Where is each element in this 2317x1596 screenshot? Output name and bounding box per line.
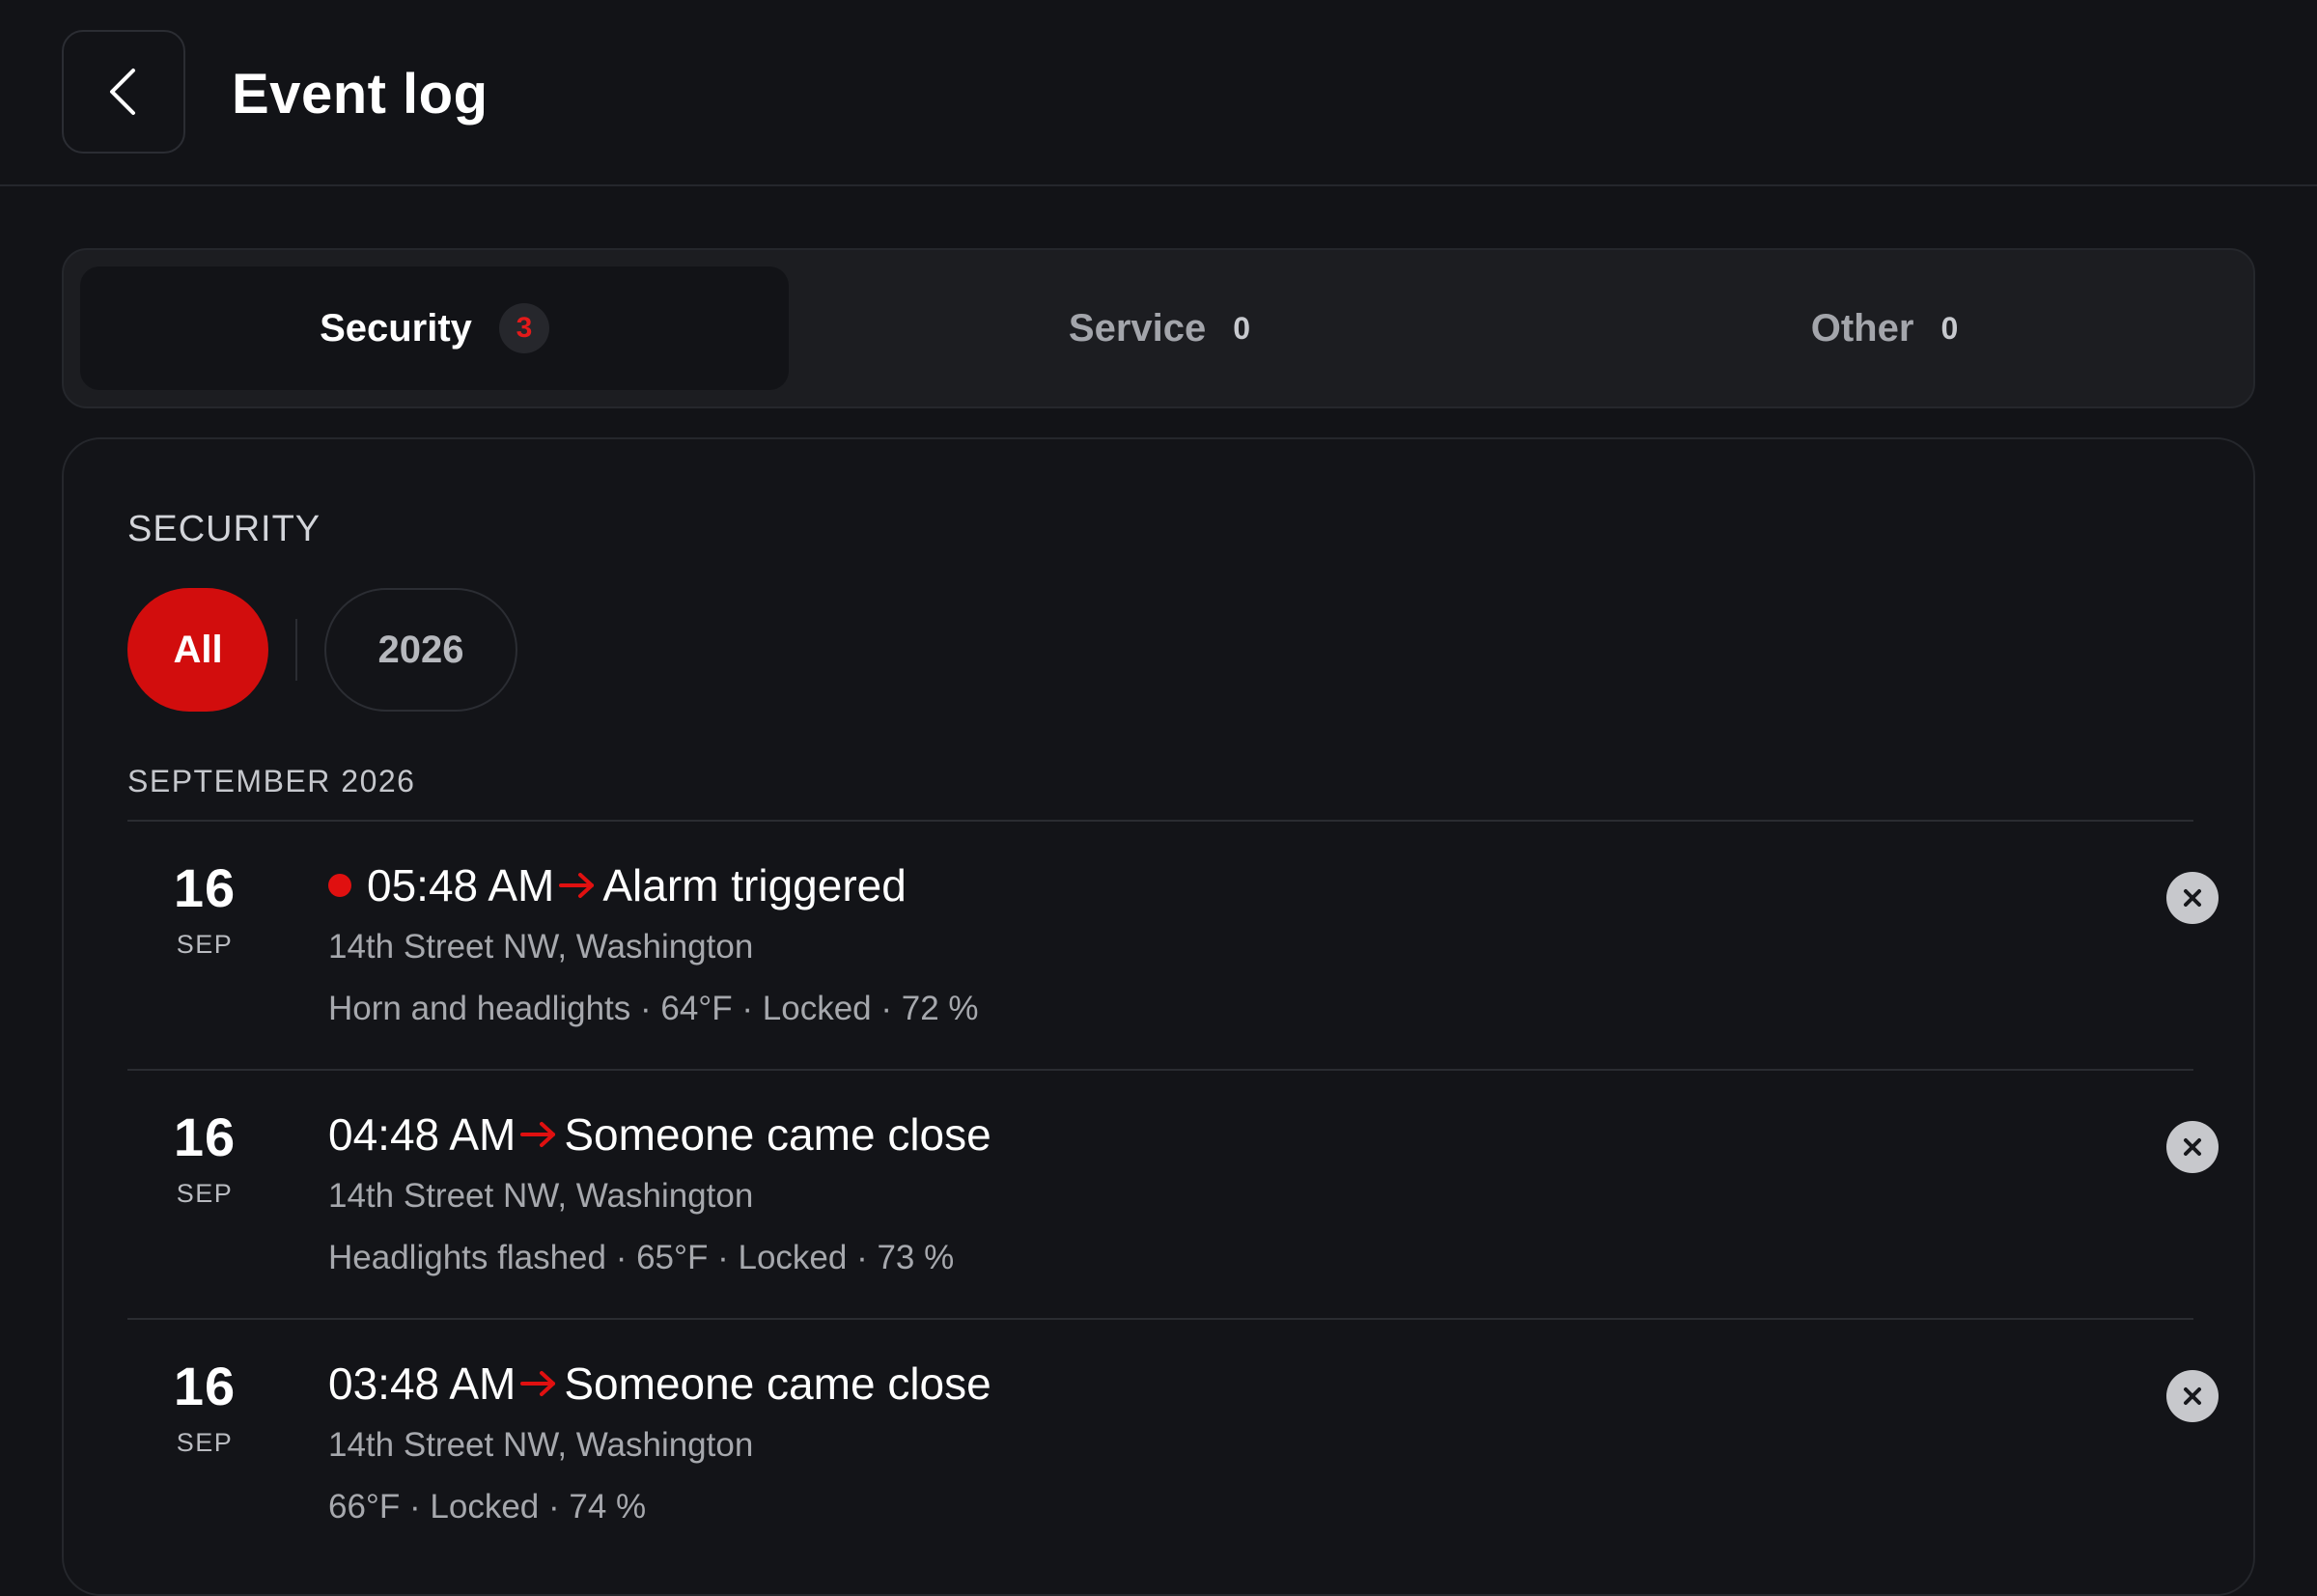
arrow-right-icon bbox=[558, 870, 597, 901]
event-row[interactable]: 16 SEP 03:48 AM Someone came close 14th … bbox=[127, 1318, 2219, 1567]
close-icon bbox=[2184, 1387, 2201, 1405]
unread-dot-icon bbox=[328, 874, 351, 897]
event-title: Someone came close bbox=[564, 1358, 991, 1409]
filter-year-chip[interactable]: 2026 bbox=[324, 588, 517, 712]
tab-service[interactable]: Service 0 bbox=[805, 266, 1514, 390]
tab-other[interactable]: Other 0 bbox=[1530, 266, 2239, 390]
tab-other-count: 0 bbox=[1940, 310, 1959, 346]
section-title: SECURITY bbox=[127, 509, 321, 549]
event-row[interactable]: 16 SEP 05:48 AM Alarm triggered 14th Str… bbox=[127, 820, 2219, 1069]
tab-other-label: Other bbox=[1810, 306, 1914, 350]
close-icon bbox=[2184, 889, 2201, 907]
filter-all-chip[interactable]: All bbox=[127, 588, 268, 712]
event-time: 03:48 AM bbox=[328, 1358, 516, 1409]
event-month: SEP bbox=[176, 1428, 234, 1457]
arrow-right-icon bbox=[519, 1368, 558, 1399]
event-month: SEP bbox=[176, 930, 234, 959]
filter-divider bbox=[295, 619, 297, 681]
event-title: Someone came close bbox=[564, 1109, 991, 1160]
event-headline: 03:48 AM Someone came close bbox=[328, 1353, 991, 1414]
event-headline: 05:48 AM Alarm triggered bbox=[328, 854, 907, 916]
event-headline: 04:48 AM Someone came close bbox=[328, 1104, 991, 1165]
header: Event log bbox=[0, 0, 2317, 186]
tab-service-count: 0 bbox=[1233, 310, 1251, 346]
event-location: 14th Street NW, Washington bbox=[328, 1177, 754, 1215]
event-time: 05:48 AM bbox=[367, 860, 555, 910]
close-icon bbox=[2184, 1138, 2201, 1156]
page-title: Event log bbox=[232, 63, 489, 126]
tab-security[interactable]: Security 3 bbox=[80, 266, 789, 390]
event-day: 16 bbox=[173, 857, 237, 918]
event-location: 14th Street NW, Washington bbox=[328, 1426, 754, 1464]
event-time: 04:48 AM bbox=[328, 1109, 516, 1160]
event-day: 16 bbox=[173, 1106, 237, 1167]
tab-service-label: Service bbox=[1068, 306, 1207, 350]
event-day: 16 bbox=[173, 1356, 237, 1416]
chevron-left-icon bbox=[110, 69, 135, 115]
event-month: SEP bbox=[176, 1179, 234, 1208]
event-location: 14th Street NW, Washington bbox=[328, 928, 754, 966]
back-button[interactable] bbox=[62, 30, 185, 154]
event-details: 66°F · Locked · 74 % bbox=[328, 1488, 647, 1526]
event-details: Headlights flashed · 65°F · Locked · 73 … bbox=[328, 1239, 955, 1276]
events-panel: SECURITY All 2026 SEPTEMBER 2026 16 SEP … bbox=[62, 437, 2255, 1596]
tab-security-count-badge: 3 bbox=[498, 303, 549, 353]
dismiss-event-button[interactable] bbox=[2166, 1370, 2219, 1422]
category-tabs: Security 3 Service 0 Other 0 bbox=[62, 248, 2255, 408]
event-details: Horn and headlights · 64°F · Locked · 72… bbox=[328, 990, 979, 1027]
arrow-right-icon bbox=[519, 1119, 558, 1150]
event-row[interactable]: 16 SEP 04:48 AM Someone came close 14th … bbox=[127, 1069, 2219, 1318]
month-heading: SEPTEMBER 2026 bbox=[127, 764, 416, 798]
dismiss-event-button[interactable] bbox=[2166, 1121, 2219, 1173]
tab-security-label: Security bbox=[320, 306, 472, 350]
event-title: Alarm triggered bbox=[602, 860, 907, 910]
dismiss-event-button[interactable] bbox=[2166, 872, 2219, 924]
